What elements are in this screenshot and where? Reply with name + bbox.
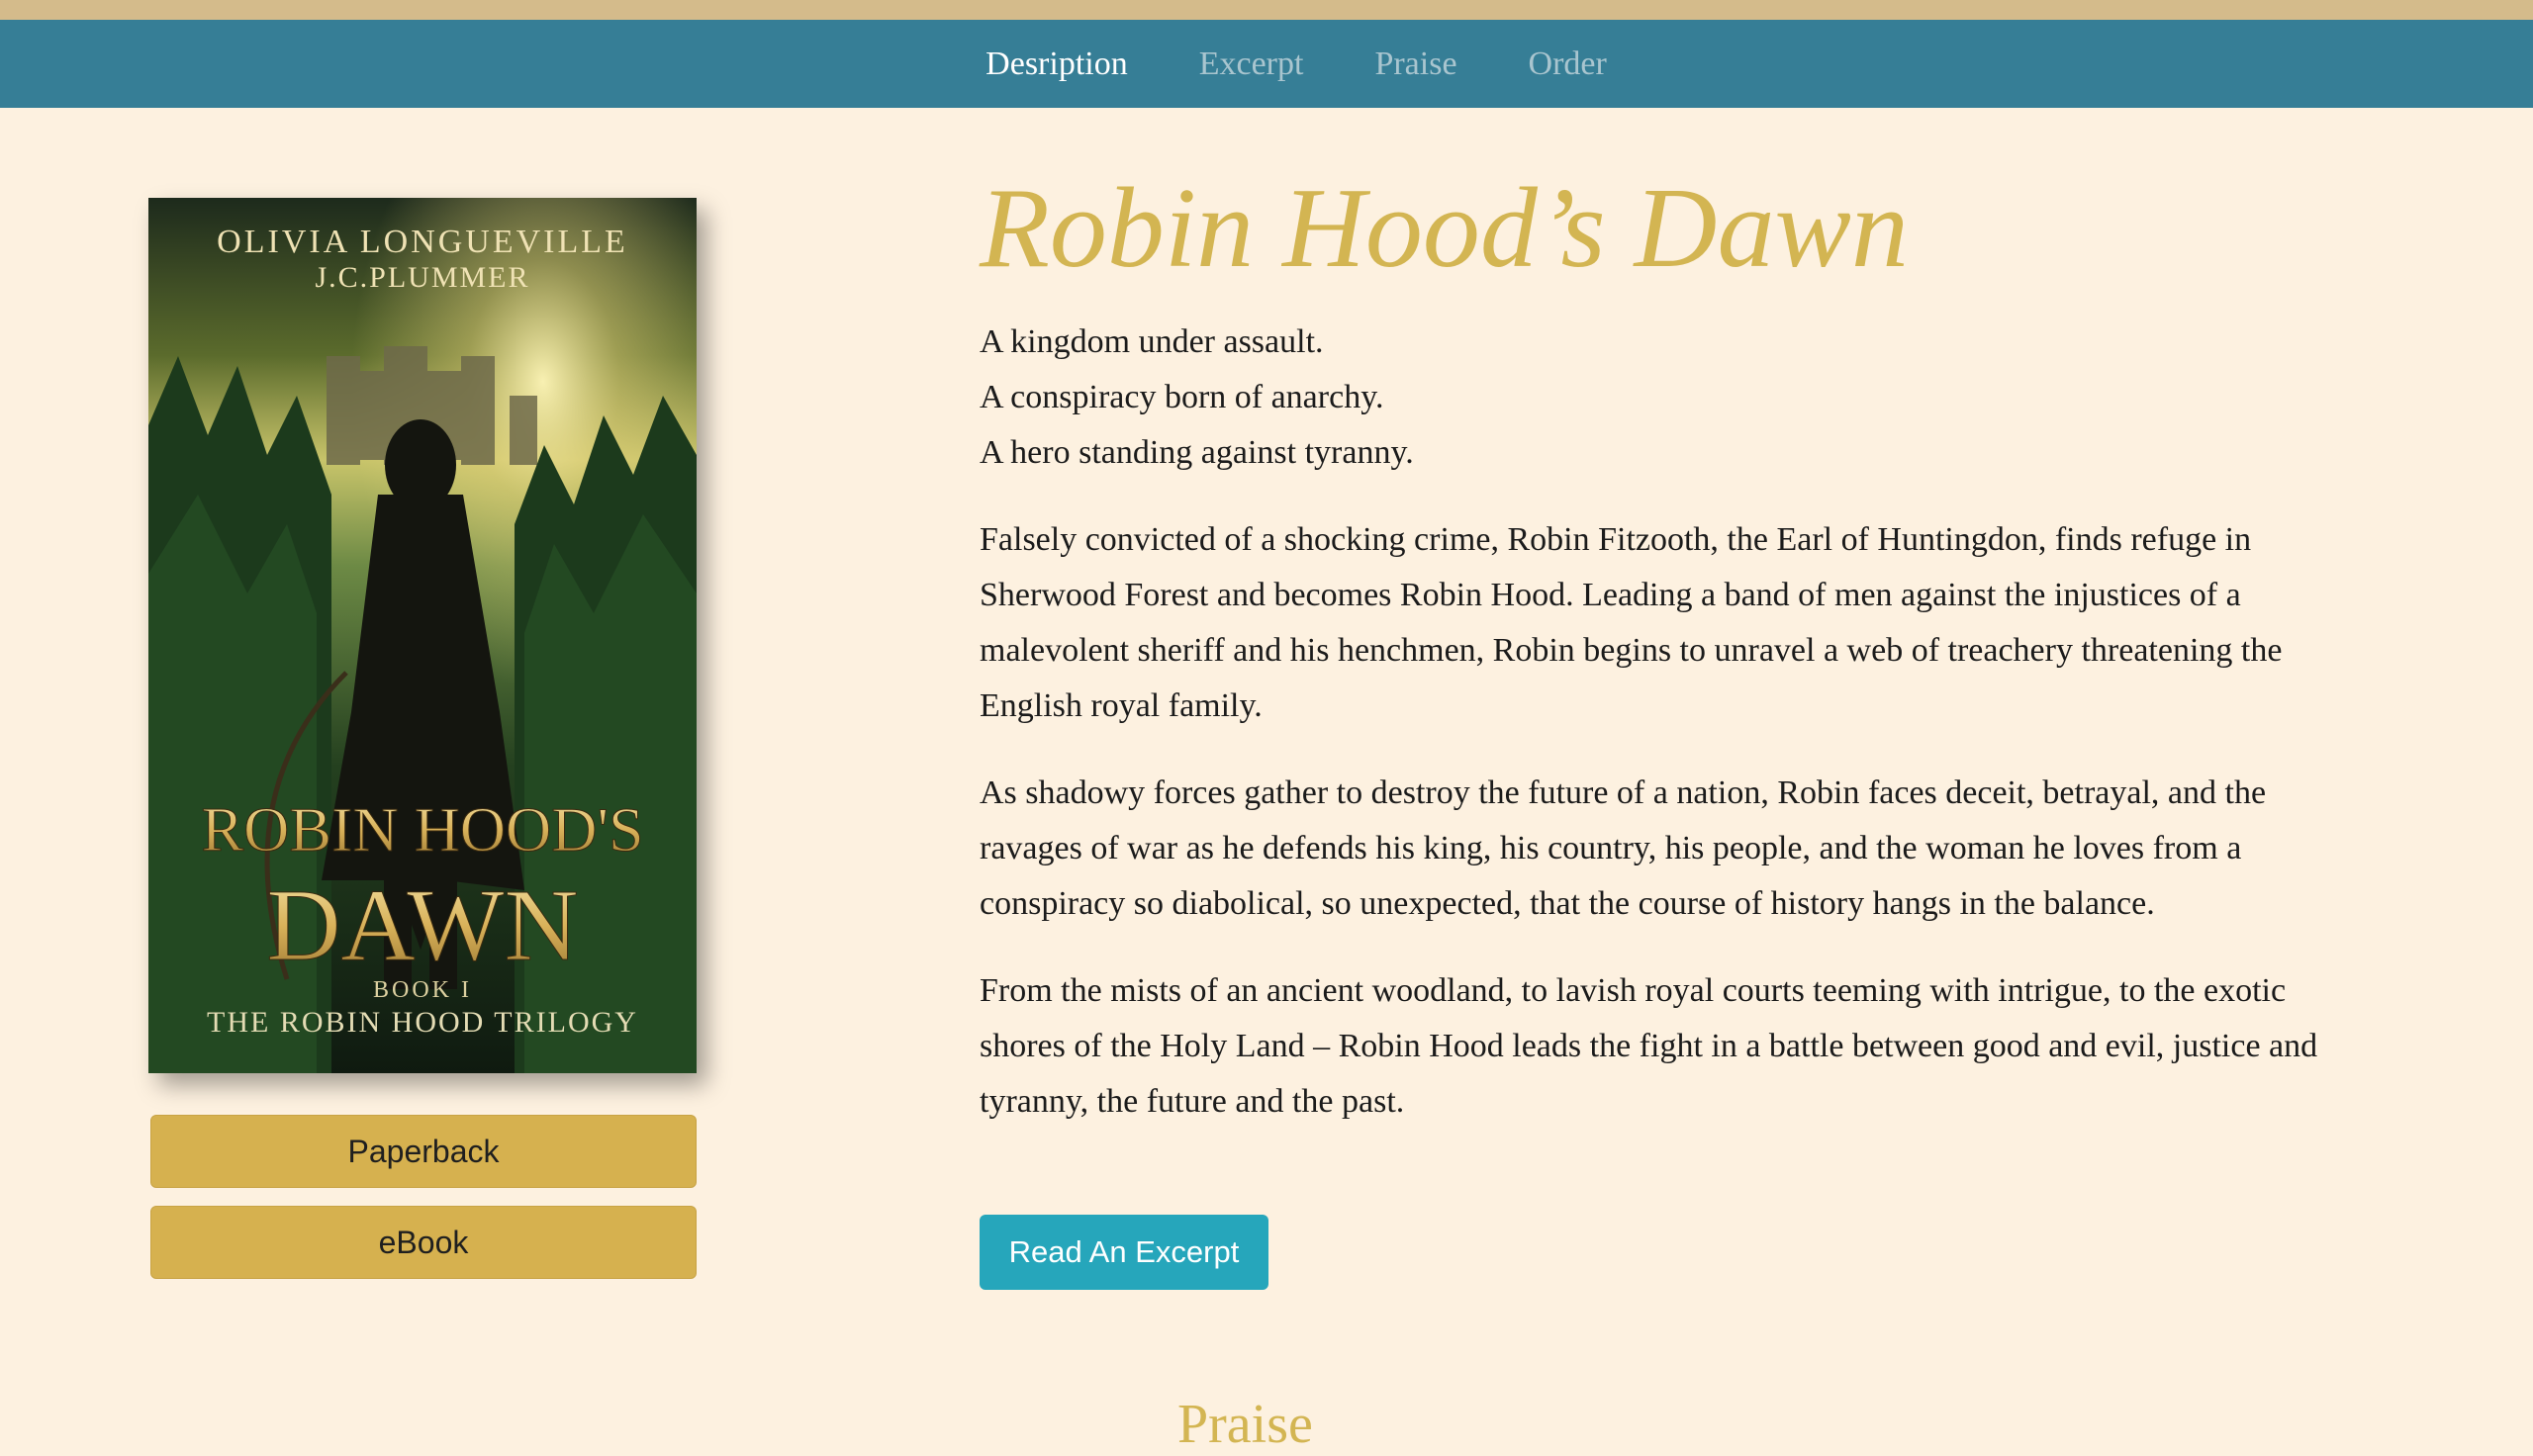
- nav-item-order[interactable]: Order: [1529, 46, 1607, 83]
- description-paragraph-3: From the mists of an ancient woodland, t…: [980, 972, 2318, 1120]
- top-navigation: Desription Excerpt Praise Order: [0, 20, 2533, 108]
- cover-author-1: OLIVIA LONGUEVILLE: [217, 224, 628, 260]
- nav-item-excerpt[interactable]: Excerpt: [1199, 46, 1304, 83]
- book-cover-image: OLIVIA LONGUEVILLE J.C.PLUMMER ROBIN HOO…: [148, 198, 697, 1073]
- book-title: Robin Hood’s Dawn: [980, 165, 1909, 292]
- tagline-line-1: A kingdom under assault.: [980, 323, 1324, 360]
- description-paragraph-2: As shadowy forces gather to destroy the …: [980, 774, 2267, 922]
- praise-section-heading: Praise: [1177, 1394, 1313, 1455]
- tagline-line-2: A conspiracy born of anarchy.: [980, 379, 1384, 415]
- top-accent-strip: [0, 0, 2533, 20]
- nav-list: Desription Excerpt Praise Order: [985, 46, 1607, 83]
- paperback-button[interactable]: Paperback: [150, 1115, 697, 1188]
- tagline: A kingdom under assault. A conspiracy bo…: [980, 315, 2325, 481]
- cover-book-number: BOOK I: [373, 977, 472, 1003]
- cover-series: THE ROBIN HOOD TRILOGY: [207, 1006, 638, 1039]
- tagline-line-3: A hero standing against tyranny.: [980, 434, 1414, 471]
- book-description: A kingdom under assault. A conspiracy bo…: [980, 315, 2325, 1161]
- cover-title-line2: DAWN: [266, 868, 578, 982]
- description-paragraph-1: Falsely convicted of a shocking crime, R…: [980, 521, 2283, 724]
- nav-item-description[interactable]: Desription: [985, 46, 1128, 83]
- ebook-button[interactable]: eBook: [150, 1206, 697, 1279]
- nav-item-praise[interactable]: Praise: [1374, 46, 1456, 83]
- cover-author-2: J.C.PLUMMER: [315, 261, 529, 294]
- read-excerpt-button[interactable]: Read An Excerpt: [980, 1215, 1268, 1290]
- cover-title-line1: ROBIN HOOD'S: [201, 794, 643, 864]
